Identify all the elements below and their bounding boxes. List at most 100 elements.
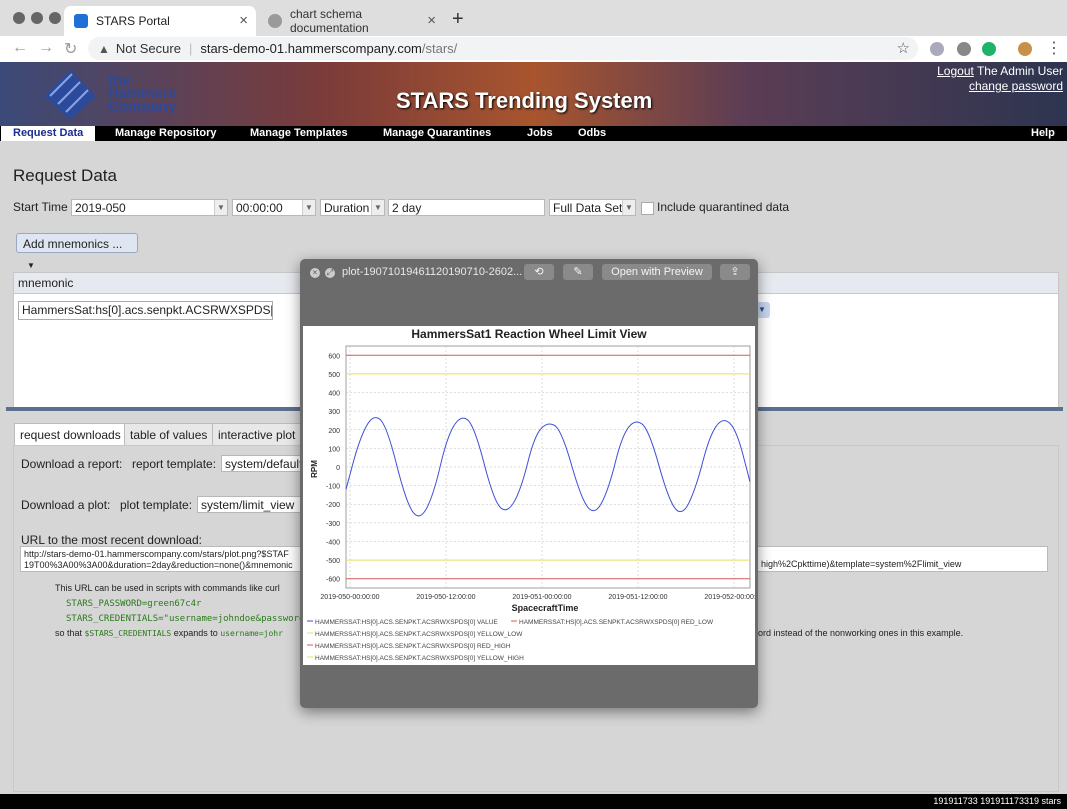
favicon-icon: [74, 14, 88, 28]
chevron-down-icon[interactable]: ▼: [302, 200, 315, 215]
window-close-icon[interactable]: [13, 12, 25, 24]
browser-tab-stars-portal[interactable]: STARS Portal ×: [64, 6, 256, 36]
y-axis-label: RPM: [310, 460, 319, 478]
tab-table-of-values[interactable]: table of values: [124, 423, 214, 446]
tab-label: STARS Portal: [96, 14, 170, 28]
x-tick-label: 2019-051-12:00:00: [608, 594, 667, 601]
url-field[interactable]: ▲ Not Secure | stars-demo-01.hammerscomp…: [88, 37, 918, 60]
plot-image: HammersSat1 Reaction Wheel Limit View Sp…: [303, 326, 764, 665]
globe-icon: [268, 14, 282, 28]
start-clock-value: 00:00:00: [236, 201, 283, 215]
open-with-preview-button[interactable]: Open with Preview: [602, 264, 712, 280]
grammarly-extension-icon[interactable]: [982, 42, 996, 56]
change-password-link[interactable]: change password: [937, 79, 1063, 94]
url-separator: |: [188, 41, 193, 56]
url-label: URL to the most recent download:: [21, 533, 202, 547]
menu-odbs[interactable]: Odbs: [578, 126, 606, 141]
page-title: Request Data: [13, 166, 117, 185]
back-arrow-icon[interactable]: ←: [12, 39, 28, 57]
forward-arrow-icon[interactable]: →: [38, 39, 54, 57]
fullscreen-icon[interactable]: ⤢: [325, 268, 335, 278]
rotate-icon[interactable]: ⟲: [524, 264, 554, 280]
start-time-label: Start Time: [13, 200, 68, 214]
preview-filename: plot-19071019461120190710-2602...: [342, 266, 523, 278]
reload-icon[interactable]: ↻: [64, 39, 77, 59]
close-icon[interactable]: ×: [310, 268, 320, 278]
plot-template-select[interactable]: system/limit_view: [197, 496, 301, 513]
close-tab-icon[interactable]: ×: [239, 12, 248, 29]
stars-banner: the Hammers Company STARS Trending Syste…: [0, 62, 1067, 126]
browser-menu-icon[interactable]: ⋮: [1046, 38, 1062, 58]
expansion-note: so that $STARS_CREDENTIALS expands to us…: [55, 628, 283, 638]
dataset-select[interactable]: Full Data Set ▼: [549, 199, 636, 216]
y-tick-label: -300: [326, 521, 340, 528]
bookmark-star-icon[interactable]: ☆: [897, 39, 910, 57]
chevron-down-icon[interactable]: ▼: [622, 200, 635, 215]
legend-entry: HAMMERSSAT:HS[0].ACS.SENPKT.ACSRWXSPDS[0…: [315, 619, 498, 626]
chevron-down-icon[interactable]: ▼: [214, 200, 227, 215]
report-template-label: report template:: [132, 457, 217, 471]
mnemonic-input[interactable]: HammersSat:hs[0].acs.senpkt.ACSRWXSPDS[0: [18, 301, 273, 320]
y-tick-label: -200: [326, 502, 340, 509]
menu-jobs[interactable]: Jobs: [527, 126, 553, 141]
credentials-example: STARS_CREDENTIALS="username=johndoe&pass…: [66, 614, 310, 624]
y-tick-label: -500: [326, 558, 340, 565]
window-minimize-icon[interactable]: [31, 12, 43, 24]
share-icon[interactable]: ⇪: [720, 264, 750, 280]
drive-extension-icon[interactable]: [957, 42, 971, 56]
note-code: $STARS_CREDENTIALS: [84, 629, 172, 638]
logout-link[interactable]: Logout: [937, 64, 974, 78]
duration-value-field[interactable]: 2 day: [388, 199, 545, 216]
tab-interactive-plot[interactable]: interactive plot: [212, 423, 302, 446]
tab-request-downloads[interactable]: request downloads: [14, 423, 127, 446]
y-tick-label: 100: [328, 446, 340, 453]
url-tail: high%2Cpkttime)&template=system%2Flimit_…: [761, 559, 962, 569]
status-text: 191911733 191911173319 stars: [933, 796, 1061, 806]
legend-entry: HAMMERSSAT:HS[0].ACS.SENPKT.ACSRWXSPDS[0…: [315, 655, 524, 662]
legend-entry: HAMMERSSAT:HS[0].ACS.SENPKT.ACSRWXSPDS[0…: [315, 631, 523, 638]
include-quarantined-label: Include quarantined data: [657, 200, 790, 214]
y-tick-label: 500: [328, 372, 340, 379]
security-label: Not Secure: [115, 41, 181, 56]
shield-extension-icon[interactable]: [930, 42, 944, 56]
note-code: username=johr: [220, 629, 283, 638]
y-tick-label: 200: [328, 428, 340, 435]
download-report-label: Download a report:: [21, 457, 123, 471]
x-tick-label: 2019-050-12:00:00: [416, 594, 475, 601]
menu-request-data[interactable]: Request Data: [1, 126, 96, 141]
download-plot-label: Download a plot:: [21, 498, 111, 512]
hammers-logo-icon: [44, 70, 96, 120]
report-template-select[interactable]: system/default: [221, 455, 301, 472]
browser-tab-chart-schema[interactable]: chart schema documentation ×: [258, 6, 444, 36]
limit-view-chart: HammersSat1 Reaction Wheel Limit View Sp…: [307, 327, 764, 662]
duration-mode-value: Duration: [324, 201, 370, 215]
markup-icon[interactable]: ✎: [563, 264, 593, 280]
window-zoom-icon[interactable]: [49, 12, 61, 24]
add-mnemonics-button[interactable]: Add mnemonics ... ▼: [16, 233, 138, 270]
profile-avatar[interactable]: [1018, 42, 1032, 56]
menu-help[interactable]: Help: [1031, 126, 1055, 141]
url-path: /stars/: [421, 41, 458, 56]
legend-entry: HAMMERSSAT:HS[0].ACS.SENPKT.ACSRWXSPDS[0…: [315, 643, 511, 650]
start-clock-field[interactable]: 00:00:00 ▼: [232, 199, 316, 216]
chevron-down-icon[interactable]: ▼: [371, 200, 384, 215]
x-tick-label: 2019-052-00:00:00: [704, 594, 755, 601]
duration-mode-select[interactable]: Duration ▼: [320, 199, 385, 216]
tab-label: chart schema documentation: [290, 7, 369, 35]
include-quarantined-checkbox[interactable]: [641, 202, 654, 215]
menu-manage-repository[interactable]: Manage Repository: [115, 126, 216, 141]
y-tick-label: -600: [326, 577, 340, 584]
new-tab-icon[interactable]: +: [452, 8, 464, 31]
x-tick-label: 2019-050-00:00:00: [320, 594, 379, 601]
menu-manage-templates[interactable]: Manage Templates: [250, 126, 348, 141]
chart-title: HammersSat1 Reaction Wheel Limit View: [411, 327, 647, 341]
start-date-field[interactable]: 2019-050 ▼: [71, 199, 228, 216]
user-links: Logout The Admin User change password: [937, 64, 1063, 94]
script-usage-note: This URL can be used in scripts with com…: [55, 583, 280, 593]
main-menu: Request Data Manage Repository Manage Te…: [0, 126, 1067, 141]
preview-toolbar: × ⤢ plot-19071019461120190710-2602... ⟲ …: [300, 259, 758, 287]
menu-manage-quarantines[interactable]: Manage Quarantines: [383, 126, 491, 141]
close-tab-icon[interactable]: ×: [427, 12, 436, 29]
y-tick-label: 600: [328, 353, 340, 360]
add-mnemonics-label: Add mnemonics ...: [23, 237, 123, 251]
